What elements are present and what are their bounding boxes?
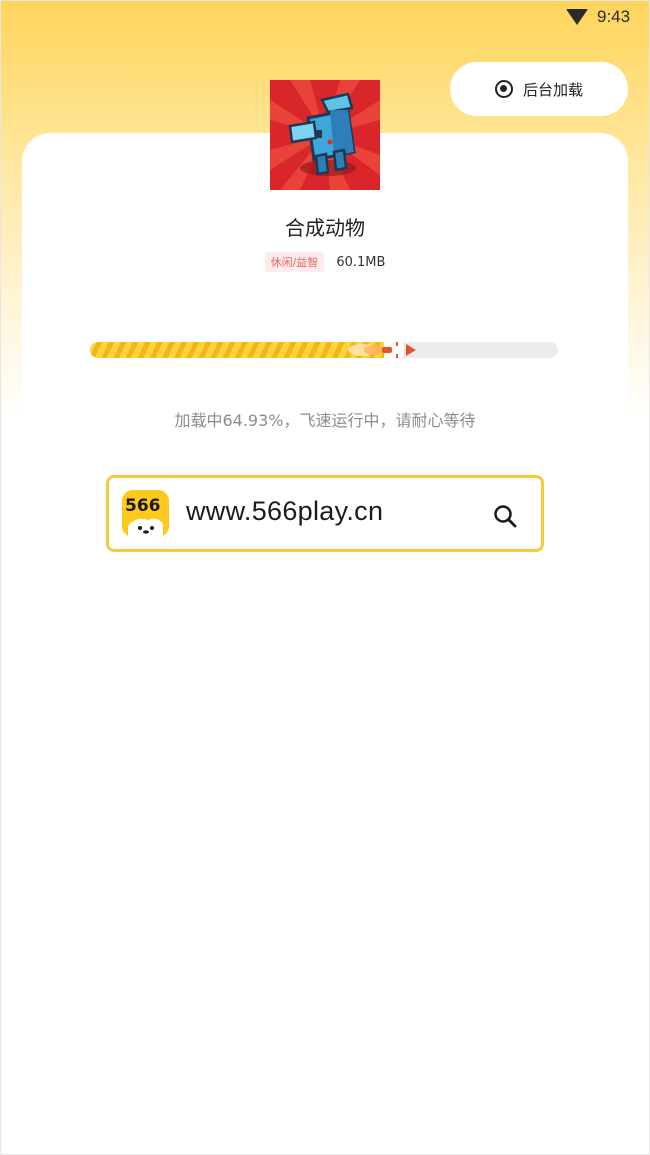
brand-logo: 566: [122, 490, 169, 537]
search-url-text: www.566play.cn: [186, 496, 384, 526]
status-bar: 9:43: [0, 0, 650, 34]
game-meta: 休闲/益智 60.1MB: [0, 252, 650, 272]
file-size: 60.1MB: [336, 254, 386, 270]
loading-status-text: 加载中64.93%，飞速运行中，请耐心等待: [174, 411, 476, 430]
search-bar[interactable]: 566 www.566play.cn: [106, 475, 544, 552]
category-tag: 休闲/益智: [264, 252, 325, 272]
rocket-icon: [348, 340, 416, 360]
game-app-icon: [270, 80, 380, 190]
background-load-label: 后台加载: [522, 80, 583, 99]
wifi-icon: [566, 9, 588, 25]
search-icon[interactable]: [493, 504, 517, 528]
target-icon: [494, 80, 513, 98]
background-load-button[interactable]: 后台加载: [450, 62, 628, 116]
status-time: 9:43: [597, 7, 631, 26]
main-card: [22, 133, 628, 1155]
brand-logo-text: 566: [125, 496, 161, 516]
game-title: 合成动物: [285, 216, 365, 240]
progress-track: [90, 342, 558, 358]
